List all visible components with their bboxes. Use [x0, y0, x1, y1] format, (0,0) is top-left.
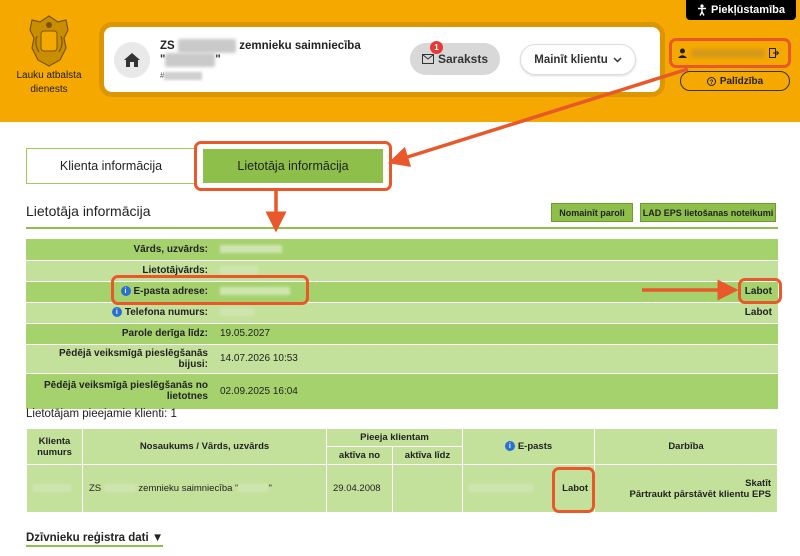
home-icon — [124, 53, 140, 67]
client-row-end: " — [268, 483, 272, 494]
section-title: Lietotāja informācija — [26, 203, 151, 219]
palidziba-button[interactable]: ? Palīdzība — [680, 71, 790, 91]
tab-lietotaja-informacija[interactable]: Lietotāja informācija — [203, 149, 383, 183]
label-telefons: i Telefona numurs: — [26, 302, 214, 324]
accessibility-button[interactable]: Piekļūstamība — [686, 0, 796, 20]
value-pedeja-lietotne: 02.09.2025 16:04 — [214, 373, 718, 410]
coat-of-arms-icon — [29, 15, 69, 67]
client-row-mid: zemnieku saimniecība " — [138, 483, 239, 494]
header: Lauku atbalsta dienests ZS Rudkovski zem… — [0, 0, 800, 122]
row-vards: Vārds, uzvārds: — [26, 239, 778, 261]
skatit-link[interactable]: Skatīt — [601, 478, 771, 489]
th-pieeja: Pieeja klientam — [326, 428, 463, 447]
user-account-button[interactable] — [669, 38, 791, 68]
dzivnieku-registra-link[interactable]: Dzīvnieku reģistra dati ▼ — [26, 532, 164, 547]
tab-lietotaja-highlight: Lietotāja informācija — [194, 141, 392, 191]
label-pedeja: Pēdējā veiksmīgā pieslēgšanās bijusi: — [26, 344, 214, 374]
th-nosaukums: Nosaukums / Vārds, uzvārds — [82, 428, 327, 465]
email-highlight — [111, 275, 309, 305]
th-klienta-numurs: Klienta numurs — [26, 428, 83, 465]
user-icon — [678, 48, 687, 58]
value-telefons — [214, 302, 718, 324]
client-quoted-redacted: BAILCIBI — [165, 53, 216, 67]
th-aktiva-lidz: aktīva līdz — [392, 446, 463, 465]
labot-highlight — [738, 278, 782, 304]
client-name: ZS Rudkovski zemnieku saimniecība "BAILC… — [160, 39, 361, 67]
client-code-redacted — [164, 71, 203, 80]
partraukt-link[interactable]: Pārtraukt pārstāvēt klientu EPS — [601, 489, 772, 500]
clients-header-row: Klienta numurs Nosaukums / Vārds, uzvārd… — [26, 428, 778, 465]
info-icon[interactable]: i — [111, 307, 122, 318]
client-prefix: ZS — [160, 40, 175, 52]
client-labot-highlight — [552, 467, 595, 513]
label-pedeja-lietotne: Pēdējā veiksmīgā pieslēgšanās no lietotn… — [26, 373, 214, 410]
noteikumi-button[interactable]: LAD EPS lietošanas noteikumi — [640, 203, 776, 222]
help-icon: ? — [706, 76, 716, 86]
tab-klienta-label: Klienta informācija — [59, 159, 163, 173]
value-vards — [214, 239, 718, 261]
row-telefons: i Telefona numurs: Labot — [26, 302, 778, 324]
client-row-prefix: ZS — [89, 483, 102, 494]
palidziba-label: Palīdzība — [719, 75, 764, 87]
saraksts-button[interactable]: 1 Saraksts — [410, 41, 500, 75]
tab-klienta-informacija[interactable]: Klienta informācija — [26, 148, 196, 184]
label-parole: Parole derīga līdz: — [26, 323, 214, 345]
labot-telefons-link[interactable]: Labot — [718, 302, 778, 324]
tab-lietotaja-label: Lietotāja informācija — [237, 159, 349, 173]
mainit-klientu-button[interactable]: Mainīt klientu — [520, 44, 636, 75]
saraksts-label: Saraksts — [437, 52, 489, 66]
value-pedeja: 14.07.2026 10:53 — [214, 344, 718, 374]
accessibility-label: Piekļūstamība — [711, 4, 785, 16]
envelope-icon — [421, 54, 434, 64]
client-name-cell: ZS zemnieku saimniecība " " — [82, 464, 327, 513]
client-card: ZS Rudkovski zemnieku saimniecība "BAILC… — [104, 27, 660, 92]
th-epasts-label: E-pasts — [517, 441, 553, 452]
value-parole: 19.05.2027 — [214, 323, 718, 345]
client-name-suffix: zemnieku saimniecība — [239, 40, 361, 52]
logo-text-line2: dienests — [30, 84, 68, 95]
home-button[interactable] — [114, 42, 150, 78]
client-aktiva-lidz — [392, 464, 463, 513]
th-aktiva-no: aktīva no — [326, 446, 393, 465]
client-quote-close: " — [215, 54, 221, 66]
clients-table: Klienta numurs Nosaukums / Vārds, uzvārd… — [26, 428, 778, 513]
client-name-redacted: Rudkovski — [177, 39, 237, 53]
clients-title: Lietotājam pieejamie klienti: 1 — [26, 408, 177, 420]
logout-icon[interactable] — [769, 48, 779, 58]
accessibility-icon — [698, 4, 706, 16]
info-icon[interactable]: i — [504, 441, 515, 452]
th-epasts: i E-pasts — [462, 428, 595, 465]
user-info-table: Vārds, uzvārds: Lietotājvārds: i E-pasta … — [26, 239, 778, 410]
th-darbiba: Darbība — [594, 428, 778, 465]
user-name-redacted — [691, 48, 765, 58]
lad-logo[interactable]: Lauku atbalsta dienests — [14, 14, 84, 104]
row-parole: Parole derīga līdz: 19.05.2027 — [26, 323, 778, 345]
client-row: ZS zemnieku saimniecība " " 29.04.2008 La… — [26, 464, 778, 513]
notification-badge: 1 — [430, 41, 443, 54]
row-pedeja: Pēdējā veiksmīgā pieslēgšanās bijusi: 14… — [26, 344, 778, 374]
logo-text-line1: Lauku atbalsta — [16, 70, 82, 81]
mainit-label: Mainīt klientu — [534, 53, 608, 66]
row-pedeja-lietotne: Pēdējā veiksmīgā pieslēgšanās no lietotn… — [26, 373, 778, 410]
chevron-down-icon — [613, 56, 622, 63]
nomainit-paroli-button[interactable]: Nomainīt paroli — [551, 203, 633, 222]
svg-text:?: ? — [709, 79, 713, 86]
client-actions: Skatīt Pārtraukt pārstāvēt klientu EPS — [594, 464, 778, 513]
client-code: # — [160, 71, 203, 80]
label-vards: Vārds, uzvārds: — [26, 239, 214, 261]
section-divider — [26, 227, 778, 229]
client-aktiva-no: 29.04.2008 — [326, 464, 393, 513]
client-number — [26, 464, 83, 513]
label-telefons-text: Telefona numurs: — [124, 307, 208, 318]
